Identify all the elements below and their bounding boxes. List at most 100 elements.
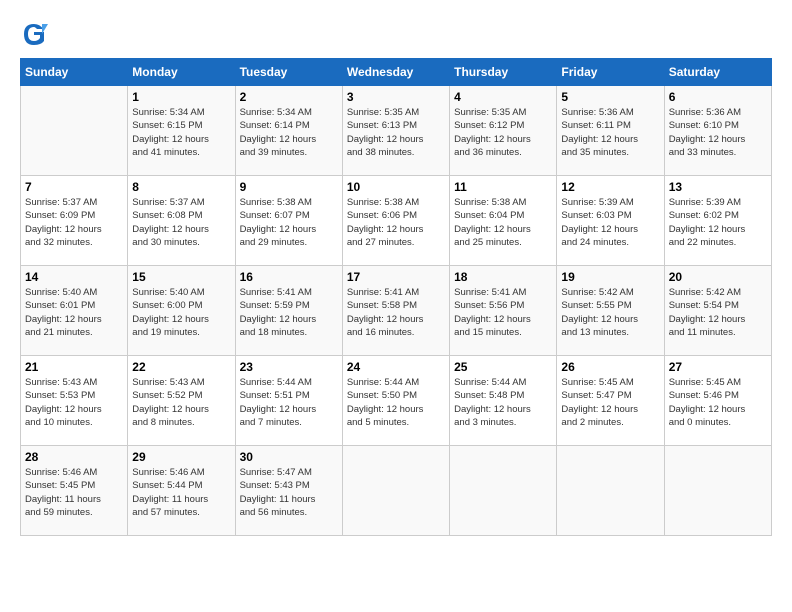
calendar-cell: 21 Sunrise: 5:43 AM Sunset: 5:53 PM Dayli… xyxy=(21,356,128,446)
calendar-cell: 9 Sunrise: 5:38 AM Sunset: 6:07 PM Daylig… xyxy=(235,176,342,266)
day-info: Sunrise: 5:38 AM Sunset: 6:07 PM Dayligh… xyxy=(240,196,338,249)
day-number: 27 xyxy=(669,360,767,374)
day-number: 1 xyxy=(132,90,230,104)
header-monday: Monday xyxy=(128,59,235,86)
calendar-cell xyxy=(21,86,128,176)
day-info: Sunrise: 5:41 AM Sunset: 5:56 PM Dayligh… xyxy=(454,286,552,339)
day-info: Sunrise: 5:39 AM Sunset: 6:03 PM Dayligh… xyxy=(561,196,659,249)
day-number: 24 xyxy=(347,360,445,374)
day-info: Sunrise: 5:42 AM Sunset: 5:55 PM Dayligh… xyxy=(561,286,659,339)
calendar-cell: 1 Sunrise: 5:34 AM Sunset: 6:15 PM Daylig… xyxy=(128,86,235,176)
calendar-cell: 3 Sunrise: 5:35 AM Sunset: 6:13 PM Daylig… xyxy=(342,86,449,176)
calendar-cell: 8Sunrise: 5:37 AM Sunset: 6:08 PM Daylig… xyxy=(128,176,235,266)
calendar-cell: 7 Sunrise: 5:37 AM Sunset: 6:09 PM Daylig… xyxy=(21,176,128,266)
calendar-cell: 30 Sunrise: 5:47 AM Sunset: 5:43 PM Dayli… xyxy=(235,446,342,536)
day-info: Sunrise: 5:34 AM Sunset: 6:15 PM Dayligh… xyxy=(132,106,230,159)
calendar-cell: 17 Sunrise: 5:41 AM Sunset: 5:58 PM Dayli… xyxy=(342,266,449,356)
day-number: 7 xyxy=(25,180,123,194)
day-info: Sunrise: 5:43 AM Sunset: 5:52 PM Dayligh… xyxy=(132,376,230,429)
calendar-table: SundayMondayTuesdayWednesdayThursdayFrid… xyxy=(20,58,772,536)
calendar-cell: 2Sunrise: 5:34 AM Sunset: 6:14 PM Daylig… xyxy=(235,86,342,176)
day-number: 17 xyxy=(347,270,445,284)
day-info: Sunrise: 5:41 AM Sunset: 5:59 PM Dayligh… xyxy=(240,286,338,339)
calendar-cell xyxy=(664,446,771,536)
calendar-cell: 22 Sunrise: 5:43 AM Sunset: 5:52 PM Dayli… xyxy=(128,356,235,446)
calendar-cell: 19 Sunrise: 5:42 AM Sunset: 5:55 PM Dayli… xyxy=(557,266,664,356)
day-number: 30 xyxy=(240,450,338,464)
calendar-cell: 16 Sunrise: 5:41 AM Sunset: 5:59 PM Dayli… xyxy=(235,266,342,356)
calendar-cell: 13Sunrise: 5:39 AM Sunset: 6:02 PM Dayli… xyxy=(664,176,771,266)
logo-icon xyxy=(20,20,48,48)
day-number: 22 xyxy=(132,360,230,374)
day-number: 18 xyxy=(454,270,552,284)
calendar-cell xyxy=(342,446,449,536)
day-info: Sunrise: 5:40 AM Sunset: 6:01 PM Dayligh… xyxy=(25,286,123,339)
day-number: 5 xyxy=(561,90,659,104)
day-info: Sunrise: 5:45 AM Sunset: 5:46 PM Dayligh… xyxy=(669,376,767,429)
day-number: 20 xyxy=(669,270,767,284)
day-number: 9 xyxy=(240,180,338,194)
day-info: Sunrise: 5:41 AM Sunset: 5:58 PM Dayligh… xyxy=(347,286,445,339)
day-info: Sunrise: 5:38 AM Sunset: 6:04 PM Dayligh… xyxy=(454,196,552,249)
day-number: 19 xyxy=(561,270,659,284)
calendar-cell: 4 Sunrise: 5:35 AM Sunset: 6:12 PM Daylig… xyxy=(450,86,557,176)
day-number: 21 xyxy=(25,360,123,374)
day-number: 14 xyxy=(25,270,123,284)
week-row-4: 21 Sunrise: 5:43 AM Sunset: 5:53 PM Dayli… xyxy=(21,356,772,446)
day-number: 29 xyxy=(132,450,230,464)
day-info: Sunrise: 5:47 AM Sunset: 5:43 PM Dayligh… xyxy=(240,466,338,519)
day-number: 25 xyxy=(454,360,552,374)
day-info: Sunrise: 5:36 AM Sunset: 6:11 PM Dayligh… xyxy=(561,106,659,159)
day-info: Sunrise: 5:46 AM Sunset: 5:45 PM Dayligh… xyxy=(25,466,123,519)
calendar-cell: 26Sunrise: 5:45 AM Sunset: 5:47 PM Dayli… xyxy=(557,356,664,446)
header-wednesday: Wednesday xyxy=(342,59,449,86)
header-tuesday: Tuesday xyxy=(235,59,342,86)
week-row-5: 28 Sunrise: 5:46 AM Sunset: 5:45 PM Dayli… xyxy=(21,446,772,536)
day-number: 4 xyxy=(454,90,552,104)
day-info: Sunrise: 5:35 AM Sunset: 6:12 PM Dayligh… xyxy=(454,106,552,159)
day-number: 12 xyxy=(561,180,659,194)
calendar-cell: 10 Sunrise: 5:38 AM Sunset: 6:06 PM Dayli… xyxy=(342,176,449,266)
week-row-2: 7 Sunrise: 5:37 AM Sunset: 6:09 PM Daylig… xyxy=(21,176,772,266)
header-sunday: Sunday xyxy=(21,59,128,86)
calendar-cell xyxy=(450,446,557,536)
day-info: Sunrise: 5:45 AM Sunset: 5:47 PM Dayligh… xyxy=(561,376,659,429)
day-number: 2 xyxy=(240,90,338,104)
day-number: 15 xyxy=(132,270,230,284)
day-info: Sunrise: 5:44 AM Sunset: 5:51 PM Dayligh… xyxy=(240,376,338,429)
day-number: 16 xyxy=(240,270,338,284)
day-number: 11 xyxy=(454,180,552,194)
day-info: Sunrise: 5:35 AM Sunset: 6:13 PM Dayligh… xyxy=(347,106,445,159)
calendar-cell: 27 Sunrise: 5:45 AM Sunset: 5:46 PM Dayli… xyxy=(664,356,771,446)
calendar-header-row: SundayMondayTuesdayWednesdayThursdayFrid… xyxy=(21,59,772,86)
day-number: 23 xyxy=(240,360,338,374)
day-number: 10 xyxy=(347,180,445,194)
header-saturday: Saturday xyxy=(664,59,771,86)
day-info: Sunrise: 5:36 AM Sunset: 6:10 PM Dayligh… xyxy=(669,106,767,159)
calendar-cell: 25Sunrise: 5:44 AM Sunset: 5:48 PM Dayli… xyxy=(450,356,557,446)
calendar-cell: 12 Sunrise: 5:39 AM Sunset: 6:03 PM Dayli… xyxy=(557,176,664,266)
week-row-3: 14 Sunrise: 5:40 AM Sunset: 6:01 PM Dayli… xyxy=(21,266,772,356)
header-thursday: Thursday xyxy=(450,59,557,86)
calendar-cell: 24Sunrise: 5:44 AM Sunset: 5:50 PM Dayli… xyxy=(342,356,449,446)
day-info: Sunrise: 5:37 AM Sunset: 6:09 PM Dayligh… xyxy=(25,196,123,249)
calendar-cell: 5 Sunrise: 5:36 AM Sunset: 6:11 PM Daylig… xyxy=(557,86,664,176)
header-friday: Friday xyxy=(557,59,664,86)
calendar-cell: 20 Sunrise: 5:42 AM Sunset: 5:54 PM Dayli… xyxy=(664,266,771,356)
logo xyxy=(20,20,52,48)
day-info: Sunrise: 5:37 AM Sunset: 6:08 PM Dayligh… xyxy=(132,196,230,249)
calendar-cell: 11 Sunrise: 5:38 AM Sunset: 6:04 PM Dayli… xyxy=(450,176,557,266)
day-info: Sunrise: 5:38 AM Sunset: 6:06 PM Dayligh… xyxy=(347,196,445,249)
day-info: Sunrise: 5:43 AM Sunset: 5:53 PM Dayligh… xyxy=(25,376,123,429)
week-row-1: 1 Sunrise: 5:34 AM Sunset: 6:15 PM Daylig… xyxy=(21,86,772,176)
day-number: 3 xyxy=(347,90,445,104)
page-header xyxy=(20,20,772,48)
calendar-cell: 6 Sunrise: 5:36 AM Sunset: 6:10 PM Daylig… xyxy=(664,86,771,176)
day-info: Sunrise: 5:42 AM Sunset: 5:54 PM Dayligh… xyxy=(669,286,767,339)
calendar-cell: 15Sunrise: 5:40 AM Sunset: 6:00 PM Dayli… xyxy=(128,266,235,356)
calendar-cell: 28 Sunrise: 5:46 AM Sunset: 5:45 PM Dayli… xyxy=(21,446,128,536)
day-number: 6 xyxy=(669,90,767,104)
day-number: 28 xyxy=(25,450,123,464)
calendar-cell xyxy=(557,446,664,536)
day-info: Sunrise: 5:46 AM Sunset: 5:44 PM Dayligh… xyxy=(132,466,230,519)
